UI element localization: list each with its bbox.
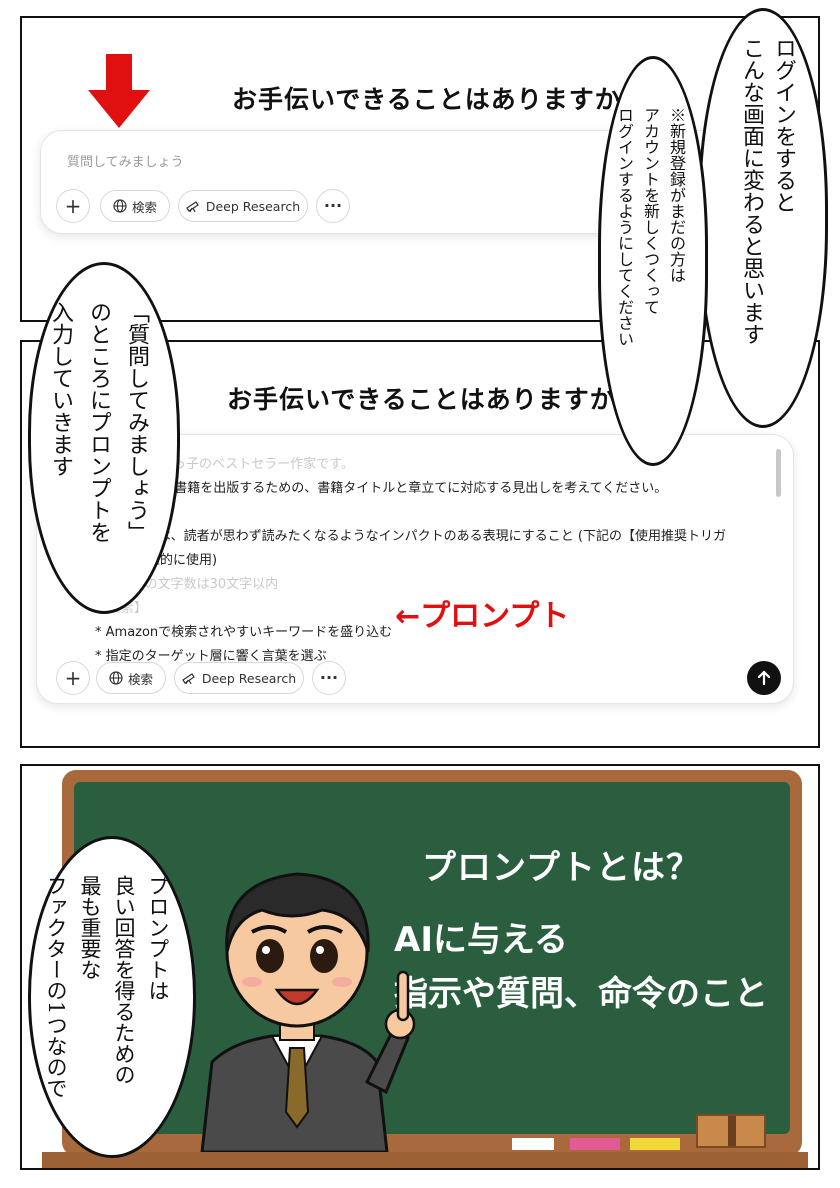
plus-icon: + [64, 666, 82, 690]
speech-bubble-teacher: プロンプトは 良い回答を得るための 最も重要な ファクターの1つなので [28, 836, 196, 1158]
chalk-white [512, 1138, 554, 1150]
speech-bubble-note: ※新規登録がまだの方は アカウントを新しくつくって ログインするようにしてくださ… [598, 56, 708, 466]
deep-research-button-label: Deep Research [201, 670, 297, 686]
bubble-text: こんな画面に変わると思います [739, 37, 764, 345]
chalk-yellow [630, 1138, 680, 1150]
red-down-arrow-icon [88, 54, 150, 128]
bubble-text: 良い回答を得るための [112, 875, 136, 1085]
search-button-label: 検索 [127, 671, 153, 687]
prompt-line: あなたは売れっ子のベストセラー作家です。 [95, 457, 354, 472]
bubble-note-text: アカウントを新しくつくって [641, 107, 660, 315]
prompt-line: * 各見出しは、読者が思わず読みたくなるようなインパクトのある表現にすること (… [95, 529, 726, 544]
chalk-tray [42, 1152, 808, 1168]
board-line: 指示や質問、命令のこと [394, 974, 768, 1014]
more-dots-icon: ··· [323, 196, 343, 215]
prompt-line: 【条件】 [95, 501, 726, 525]
speech-bubble-login: ログインをすると こんな画面に変わると思います [698, 8, 828, 428]
arrow-up-icon [757, 670, 771, 686]
prompt-text[interactable]: あなたは売れっ子のベストセラー作家です。 Kindleで電子書籍を出版するための… [95, 453, 726, 669]
add-button[interactable]: + [56, 661, 90, 695]
bubble-text: 「質問してみましょう」 [124, 301, 149, 543]
bubble-text: プロンプトは [146, 875, 170, 1001]
bubble-text: 最も重要な [78, 875, 102, 980]
deep-research-button-label: Deep Research [205, 198, 301, 214]
more-dots-icon: ··· [319, 668, 339, 687]
prompt-line: Kindleで電子書籍を出版するための、書籍タイトルと章立てに対応する見出しを考… [95, 481, 668, 496]
search-button[interactable]: 検索 [100, 190, 170, 222]
telescope-icon [182, 671, 197, 685]
bubble-text: 入力していきます [48, 301, 73, 477]
send-button[interactable] [747, 661, 781, 695]
deep-research-button[interactable]: Deep Research [178, 190, 308, 222]
bubble-text: ログインをすると [771, 37, 796, 213]
page-heading: お手伝いできることはありますか？ [227, 385, 642, 414]
more-options-button[interactable]: ··· [312, 661, 346, 695]
teacher-character-illustration [200, 872, 416, 1152]
search-button-label: 検索 [131, 199, 157, 215]
bubble-note-text: ログインするようにしてください [615, 107, 634, 347]
prompt-line: ー】を積極的に使用) [95, 549, 726, 573]
bubble-text: ファクターの1つなので [44, 875, 68, 1099]
plus-icon: + [64, 194, 82, 218]
board-title: プロンプトとは？ [422, 848, 701, 888]
chalk-pink [570, 1138, 620, 1150]
bubble-text: のところにプロンプトを [86, 301, 111, 543]
globe-icon [113, 199, 127, 213]
more-options-button[interactable]: ··· [316, 189, 350, 223]
bubble-note-text: ※新規登録がまだの方は [667, 107, 686, 283]
chat-input-placeholder: 質問してみましょう [67, 155, 184, 170]
search-button[interactable]: 検索 [96, 662, 166, 694]
prompt-annotation: ←プロンプト [395, 599, 570, 634]
globe-icon [109, 671, 123, 685]
add-button[interactable]: + [56, 189, 90, 223]
telescope-icon [186, 199, 201, 213]
deep-research-button[interactable]: Deep Research [174, 662, 304, 694]
panel-3-chalkboard: プロンプトとは？ AIに与える 指示や質問、命令のこと プロンプトは 良い回答を… [20, 764, 820, 1170]
speech-bubble-prompt-entry: 「質問してみましょう」 のところにプロンプトを 入力していきます [28, 262, 180, 614]
page-heading: お手伝いできることはありますか？ [232, 85, 647, 114]
eraser-icon [696, 1114, 766, 1148]
scrollbar[interactable] [776, 449, 781, 497]
